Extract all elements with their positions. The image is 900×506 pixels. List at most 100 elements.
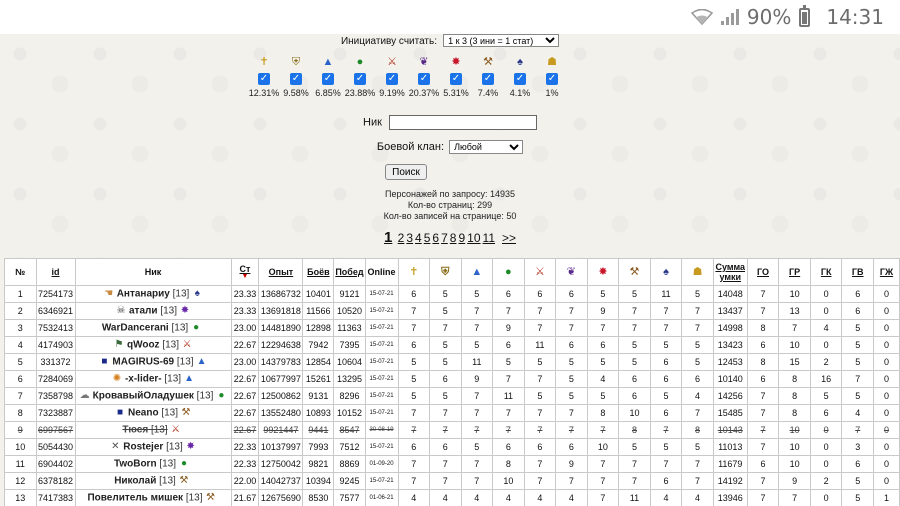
cell-exp: 13552480 — [258, 404, 304, 422]
cell-gv: 6 — [841, 285, 875, 303]
cell-name[interactable]: ■ Neano [13] ⚒ — [74, 404, 232, 422]
cell-name[interactable]: ■ MAGIRUS-69 [13] ▲ — [74, 353, 232, 371]
cell-name[interactable]: ✺ -x-lider- [13] ▲ — [74, 370, 232, 388]
stat-filters: ✝ ✓ 12.31% ⛨ ✓ 9.58% ▲ ✓ 6.85% ● ✓ 23.88% ⚔ ✓ 9.19% ❦ ✓ 2… — [248, 56, 568, 98]
cell-online: 15-07-21 — [364, 472, 399, 490]
col-sword[interactable]: ⚔ — [523, 258, 557, 286]
stat-checkbox[interactable]: ✓ — [546, 73, 558, 85]
col-hammer[interactable]: ⚒ — [618, 258, 651, 286]
stat-checkbox[interactable]: ✓ — [418, 73, 430, 85]
player-name[interactable]: MAGIRUS-69 — [112, 357, 174, 368]
cell-stat: 5 — [618, 353, 651, 371]
player-name[interactable]: qWooz — [127, 340, 160, 351]
cell-n: 5 — [4, 353, 37, 371]
stat-checkbox[interactable]: ✓ — [322, 73, 334, 85]
player-name[interactable]: Николай — [114, 476, 156, 487]
page-link[interactable]: 5 — [424, 231, 431, 245]
col-gv[interactable]: ГВ — [841, 258, 875, 286]
col-wins[interactable]: Побед — [333, 258, 366, 286]
cell-id: 7254173 — [35, 285, 76, 303]
page-link[interactable]: 2 — [398, 231, 405, 245]
col-gzh[interactable]: ГЖ — [873, 258, 900, 286]
page-link[interactable]: 9 — [458, 231, 465, 245]
col-fights[interactable]: Боёв — [302, 258, 335, 286]
cell-id: 6997567 — [35, 421, 76, 439]
cell-stat: 7 — [618, 472, 651, 490]
player-name[interactable]: КровавыйОладушек — [93, 391, 194, 402]
page-link[interactable]: 10 — [467, 231, 480, 245]
stat-checkbox[interactable]: ✓ — [482, 73, 494, 85]
col-shield[interactable]: ⛨ — [429, 258, 462, 286]
cross-icon: ✝ — [259, 56, 269, 68]
cell-gr: 10 — [778, 455, 811, 473]
cell-wins: 10604 — [333, 353, 366, 371]
player-name[interactable]: TwoBorn — [114, 459, 157, 470]
cell-name[interactable]: WarDancerani [13] ● — [74, 319, 232, 337]
stat-checkbox[interactable]: ✓ — [386, 73, 398, 85]
stat-checkbox[interactable]: ✓ — [354, 73, 366, 85]
cell-sum: 14256 — [712, 387, 748, 405]
page-current[interactable]: 1 — [384, 229, 392, 246]
player-name[interactable]: Тюся — [122, 425, 148, 436]
col-dragon[interactable]: ❦ — [555, 258, 588, 286]
cell-gzh: 0 — [873, 285, 900, 303]
col-star[interactable]: ✸ — [586, 258, 620, 286]
cell-gzh: 0 — [873, 438, 900, 456]
col-sum[interactable]: Сумма умки — [712, 258, 748, 286]
col-drop[interactable]: ● — [492, 258, 525, 286]
cell-gr: 10 — [778, 285, 811, 303]
col-wizard-hat[interactable]: ▲ — [460, 258, 494, 286]
page-link[interactable]: 8 — [450, 231, 457, 245]
player-name[interactable]: WarDancerani — [102, 323, 169, 334]
sword-icon: ⚔ — [171, 424, 181, 435]
cell-go: 7 — [746, 438, 780, 456]
col-exp[interactable]: Опыт — [258, 258, 304, 286]
page-link[interactable]: 7 — [441, 231, 448, 245]
clan-select[interactable]: Любой — [449, 140, 524, 154]
nik-input[interactable] — [388, 115, 537, 130]
search-button[interactable]: Поиск — [385, 164, 427, 180]
cell-name[interactable]: ☠ атали [13] ✸ — [74, 302, 232, 320]
player-name[interactable]: -x-lider- — [125, 374, 162, 385]
col-gk[interactable]: ГК — [809, 258, 843, 286]
cell-n: 4 — [4, 336, 37, 354]
cell-online: 15-07-21 — [364, 302, 399, 320]
page-link[interactable]: 4 — [415, 231, 422, 245]
col-mask[interactable]: ♠ — [649, 258, 683, 286]
stat-percent: 9.19% — [379, 88, 405, 98]
stat-checkbox[interactable]: ✓ — [258, 73, 270, 85]
player-name[interactable]: Rostejer — [123, 442, 163, 453]
col-st[interactable]: Ст ▼ — [230, 258, 260, 286]
page-link[interactable]: 11 — [483, 231, 495, 245]
col-helmet[interactable]: ☗ — [681, 258, 714, 286]
col-id[interactable]: id — [35, 258, 76, 286]
cell-name[interactable]: Повелитель мишек [13] ⚒ — [74, 489, 232, 506]
cell-name[interactable]: Николай [13] ⚒ — [74, 472, 232, 490]
page-next-link[interactable]: >> — [502, 231, 516, 245]
stat-checkbox[interactable]: ✓ — [290, 73, 302, 85]
cell-name[interactable]: Тюся [13] ⚔ — [74, 421, 232, 439]
player-name[interactable]: атали — [129, 306, 158, 317]
player-name[interactable]: Повелитель мишек — [87, 493, 183, 504]
stat-checkbox[interactable]: ✓ — [450, 73, 462, 85]
stat-checkbox[interactable]: ✓ — [514, 73, 526, 85]
cell-name[interactable]: ☁ КровавыйОладушек [13] ● — [74, 387, 232, 405]
page-link[interactable]: 6 — [432, 231, 439, 245]
player-name[interactable]: Антанариу — [117, 289, 170, 300]
cell-name[interactable]: ☚ Антанариу [13] ♠ — [74, 285, 232, 303]
cell-name[interactable]: ⚑ qWooz [13] ⚔ — [74, 336, 232, 354]
cell-go: 7 — [746, 302, 780, 320]
col-gr[interactable]: ГР — [778, 258, 811, 286]
cell-gr: 8 — [778, 370, 811, 388]
col-go[interactable]: ГО — [746, 258, 780, 286]
initiative-select[interactable]: 1 к 3 (3 ини = 1 стат) — [443, 34, 560, 47]
cell-name[interactable]: ✕ Rostejer [13] ✸ — [74, 438, 232, 456]
cell-stat: 6 — [681, 370, 714, 388]
page-link[interactable]: 3 — [406, 231, 413, 245]
banner-icon: ■ — [101, 356, 108, 367]
stat-filter: ⚔ ✓ 9.19% — [376, 56, 408, 98]
player-name[interactable]: Neano — [128, 408, 159, 419]
col-cross[interactable]: ✝ — [397, 258, 431, 286]
stat-percent: 12.31% — [248, 88, 280, 98]
cell-name[interactable]: TwoBorn [13] ● — [74, 455, 232, 473]
